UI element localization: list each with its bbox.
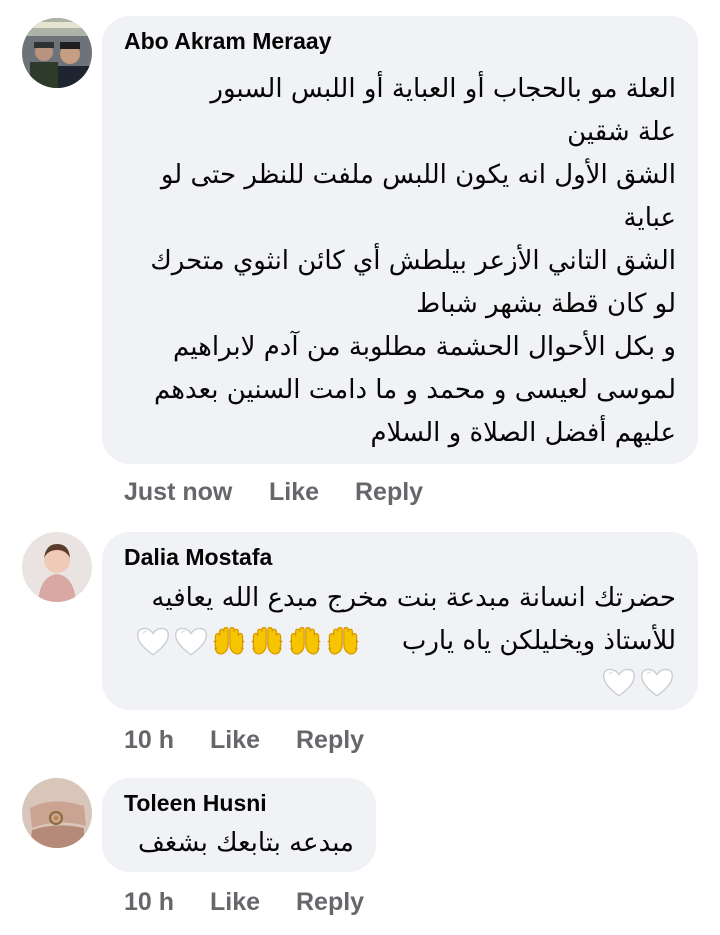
comment-line: مبدعه بتابعك بشغف <box>138 828 354 858</box>
comment-line: العلة مو بالحجاب أو العباية أو اللبس الس… <box>210 74 676 104</box>
like-button[interactable]: Like <box>269 478 319 507</box>
comment-line: الشق التاني الأزعر بيلطش أي كائن انثوي م… <box>150 246 676 276</box>
emoji-row <box>136 625 360 659</box>
like-button[interactable]: Like <box>210 726 260 755</box>
raising-hands-icon <box>326 625 360 659</box>
comment-bubble: Toleen Husni مبدعه بتابعك بشغف <box>102 778 376 872</box>
avatar[interactable] <box>22 532 92 602</box>
raising-hands-icon <box>288 625 322 659</box>
white-heart-icon <box>136 625 170 659</box>
comment-line: عباية <box>623 203 676 233</box>
white-heart-icon <box>640 666 674 700</box>
reply-button[interactable]: Reply <box>296 726 364 755</box>
white-heart-icon <box>602 666 636 700</box>
timestamp[interactable]: 10 h <box>124 888 174 917</box>
raising-hands-icon <box>250 625 284 659</box>
emoji-row <box>602 666 674 700</box>
timestamp[interactable]: 10 h <box>124 726 174 755</box>
comment-line: للأستاذ ويخليلكن ياه يارب <box>401 626 676 656</box>
comment-line: عليهم أفضل الصلاة و السلام <box>370 418 676 448</box>
comment-line: لو كان قطة بشهر شباط <box>416 289 676 319</box>
comment-author[interactable]: Dalia Mostafa <box>124 544 272 571</box>
reply-button[interactable]: Reply <box>355 478 423 507</box>
comment-line: و بكل الأحوال الحشمة مطلوبة من آدم لابرا… <box>172 332 676 362</box>
raising-hands-icon <box>212 625 246 659</box>
comment-author[interactable]: Toleen Husni <box>124 790 267 817</box>
reply-button[interactable]: Reply <box>296 888 364 917</box>
timestamp[interactable]: Just now <box>124 478 232 507</box>
white-heart-icon <box>174 625 208 659</box>
comment-bubble: Abo Akram Meraay العلة مو بالحجاب أو الع… <box>102 16 698 464</box>
comment-line: لموسى لعيسى و محمد و ما دامت السنين بعده… <box>153 375 676 405</box>
avatar[interactable] <box>22 18 92 88</box>
comment-line: علة شقين <box>567 117 676 147</box>
avatar[interactable] <box>22 778 92 848</box>
like-button[interactable]: Like <box>210 888 260 917</box>
comment-author[interactable]: Abo Akram Meraay <box>124 28 332 55</box>
comment-line: حضرتك انسانة مبدعة بنت مخرج مبدع الله يع… <box>151 583 676 613</box>
comment-bubble: Dalia Mostafa حضرتك انسانة مبدعة بنت مخر… <box>102 532 698 710</box>
comment-line: الشق الأول انه يكون اللبس ملفت للنظر حتى… <box>160 160 676 190</box>
